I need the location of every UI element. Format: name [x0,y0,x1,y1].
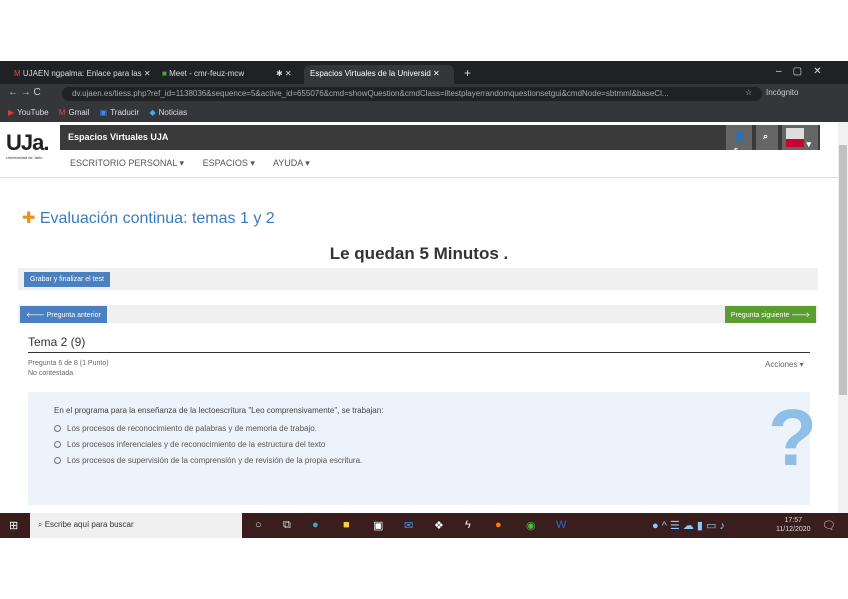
clock[interactable]: 17:57 11/12/2020 [776,516,811,534]
logo-subtitle: Universidad de Jaén [6,155,43,160]
page-content: UJa. Universidad de Jaén Espacios Virtua… [0,122,838,513]
page-title: ✚ Evaluación continua: temas 1 y 2 [22,210,275,227]
next-question-button[interactable]: Pregunta siguiente 🡒 [724,306,816,323]
chrome-icon[interactable]: ◉ [526,519,536,532]
question-box: ? En el programa para la enseñanza de la… [28,392,817,505]
question-number: Pregunta 6 de 8 (1 Punto) [28,360,109,367]
tab-espacios[interactable]: Espacios Virtuales de la Universid ✕ [304,65,454,84]
question-meta: Pregunta 6 de 8 (1 Punto) No contestada [28,359,109,379]
uja-logo[interactable]: UJa. [6,130,49,156]
star-icon[interactable]: ☆ [745,88,752,97]
new-tab-button[interactable]: + [458,62,477,81]
avatar[interactable]: ▾ [782,125,818,150]
tab-gmail[interactable]: M UJAEN ngpalma: Enlace para las ✕ [8,65,157,84]
notifications-button[interactable]: 👤5 [726,125,752,155]
app-icon[interactable]: ϟ [465,519,471,531]
search-icon[interactable]: ⌕ [756,125,778,150]
nav-ayuda[interactable]: AYUDA ▾ [273,158,310,168]
profile-incognito[interactable]: Incógnito [766,88,798,97]
section-title: Tema 2 (9) [28,335,86,349]
system-tray-icons[interactable]: ● ^ ☰ ☁ ▮ ▭ ♪ [652,519,725,532]
bookmark-noticias[interactable]: Noticias [159,108,187,117]
divider [0,177,838,178]
site-title[interactable]: Espacios Virtuales UJA [68,132,168,142]
tab-other[interactable]: ✱ ✕ [270,65,298,84]
firefox-icon[interactable]: ● [495,519,502,531]
radio-button[interactable] [54,441,61,449]
windows-start-icon[interactable]: ⊞ [9,519,18,532]
taskbar-search[interactable]: ⌕ Escribe aquí para buscar [30,513,242,538]
windows-taskbar: ⊞ ⌕ Escribe aquí para buscar ○ ⧉ ● ■ ▣ ✉… [0,513,848,538]
notifications-icon[interactable]: 🗨 [822,519,836,532]
scrollbar-thumb[interactable] [839,145,847,395]
edge-icon[interactable]: ● [312,519,319,531]
timer-text: Le quedan 5 Minutos . [329,244,509,263]
task-view-icon[interactable]: ⧉ [283,519,291,532]
finish-test-button[interactable]: Grabar y finalizar el test [24,272,110,287]
dropbox-icon[interactable]: ❖ [434,519,444,532]
previous-question-button[interactable]: 🡐 Pregunta anterior [20,306,107,323]
bookmark-traducir[interactable]: Traducir [110,108,139,117]
browser-toolbar: ← → C dv.ujaen.es/tiess.php?ref_id=11380… [0,84,848,104]
bookmark-gmail[interactable]: Gmail [69,108,90,117]
bookmarks-bar: ▶ YouTube M Gmail ▣ Traducir ◆ Noticias [0,104,848,122]
question-navigation: 🡐 Pregunta anterior Pregunta siguiente 🡒 [18,305,818,323]
test-toolbar: Grabar y finalizar el test [18,268,818,290]
question-status: No contestada [28,370,74,377]
answer-option[interactable]: Los procesos inferenciales y de reconoci… [54,440,325,449]
tab-meet[interactable]: ■ Meet - cmr-feuz-mcw [156,65,250,84]
radio-button[interactable] [54,457,61,465]
question-text: En el programa para la enseñanza de la l… [54,406,384,415]
question-mark-icon: ? [768,393,817,482]
main-nav: ESCRITORIO PERSONAL ▾ ESPACIOS ▾ AYUDA ▾ [70,158,326,169]
nav-espacios[interactable]: ESPACIOS ▾ [203,158,255,168]
answer-option[interactable]: Los procesos de reconocimiento de palabr… [54,424,317,433]
mail-icon[interactable]: ✉ [404,519,413,532]
divider [28,352,810,353]
browser-tab-bar: M UJAEN ngpalma: Enlace para las ✕ ■ Mee… [0,61,848,84]
window-controls[interactable]: – ▢ ✕ [770,62,828,81]
address-bar[interactable]: dv.ujaen.es/tiess.php?ref_id=1138036&seq… [62,87,762,101]
site-header: Espacios Virtuales UJA 👤5 ⌕ ▾ [60,125,820,155]
answer-option[interactable]: Los procesos de supervisión de la compre… [54,456,362,465]
word-icon[interactable]: W [556,519,566,531]
nav-buttons-icon[interactable]: ← → C [8,87,41,98]
nav-escritorio[interactable]: ESCRITORIO PERSONAL ▾ [70,158,184,168]
puzzle-icon: ✚ [22,210,36,227]
radio-button[interactable] [54,425,61,433]
cortana-icon[interactable]: ○ [255,519,262,531]
file-explorer-icon[interactable]: ■ [343,519,350,531]
actions-dropdown[interactable]: Acciones ▾ [765,360,804,369]
bookmark-youtube[interactable]: YouTube [17,108,48,117]
store-icon[interactable]: ▣ [373,519,383,532]
